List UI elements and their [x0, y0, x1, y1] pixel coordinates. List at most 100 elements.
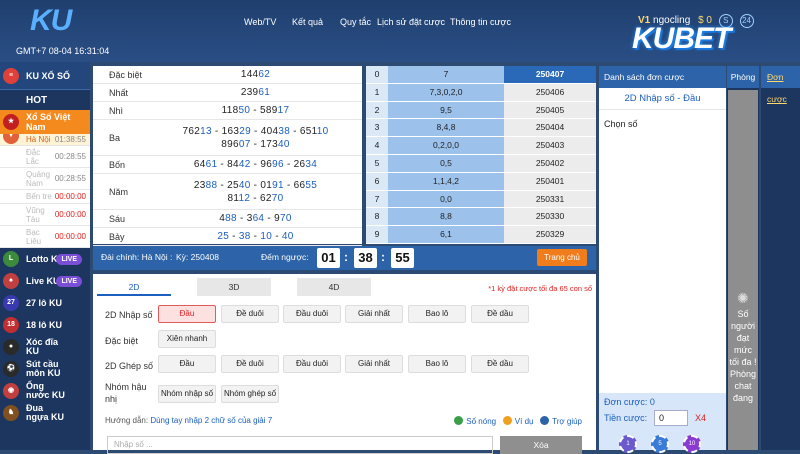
number-input[interactable]: Nhập số ... [107, 436, 493, 454]
period-cell[interactable]: 250331 [504, 190, 596, 208]
sidebar-game-item[interactable]: 27 27 lô KU [0, 292, 90, 314]
chip-10[interactable]: 10 [683, 435, 701, 453]
nav-ket-qua[interactable]: Kết quả [292, 17, 323, 27]
home-button[interactable]: Trang chủ [537, 249, 587, 266]
nav-lich-su[interactable]: Lịch sử đặt cược [377, 17, 445, 27]
tab-2d[interactable]: 2D [97, 278, 171, 296]
number-head: 66 [293, 179, 306, 191]
region-item[interactable]: Quảng Nam 00:28:55 [0, 168, 90, 190]
chat-room-body: ✺ Số người đạt mức tối đa ! Phòng chat đ… [728, 90, 758, 450]
bet-type-button[interactable]: Đầu duôi [283, 355, 341, 373]
digit-cell: 9 [366, 226, 388, 243]
example-link[interactable]: Ví dụ [502, 416, 533, 426]
stats-row[interactable]: 9 6,1 250329 [366, 226, 596, 244]
bet-type-button[interactable]: Đầu duôi [283, 305, 341, 323]
period-cell[interactable]: 250330 [504, 208, 596, 226]
bet-type-button[interactable]: Nhóm ghép số [221, 385, 279, 403]
bet-type-button[interactable]: Đề duôi [221, 355, 279, 373]
stats-row[interactable]: 3 8,4,8 250404 [366, 119, 596, 138]
number-head: 896 [221, 138, 239, 150]
chat-room-title[interactable]: Phòng [727, 66, 759, 88]
number-head: 762 [182, 125, 201, 137]
bet-tab-title[interactable]: Đơn cược [761, 66, 800, 104]
bet-type-button[interactable]: Bao lô [408, 355, 466, 373]
sidebar-title: ≡ KU XỔ SỐ [0, 62, 90, 90]
sidebar-game-item[interactable]: ● Xóc đĩa KU [0, 336, 90, 358]
sidebar: ≡ KU XỔ SỐ ▾ HOT ★ Xổ Số Việt Nam Hà Nội… [0, 62, 90, 450]
region-countdown: 00:00:00 [54, 232, 86, 241]
sidebar-game-item[interactable]: ◉ Ống nước KU [0, 380, 90, 402]
region-label: Đài chính: Hà Nội : [101, 252, 173, 262]
region-name: Đắc Lắc [26, 147, 41, 166]
help-link[interactable]: Trợ giúp [540, 416, 582, 426]
bet-type-button[interactable]: Xiên nhanh [158, 330, 216, 348]
period-cell[interactable]: 250405 [504, 101, 596, 119]
ku-logo[interactable]: KU [30, 4, 72, 38]
bet-type-button[interactable]: Đầu [158, 355, 216, 373]
tab-4d[interactable]: 4D [297, 278, 371, 296]
bet-type-button[interactable]: Giải nhất [345, 355, 403, 373]
nav-web-tv[interactable]: Web/TV [244, 17, 276, 27]
chip-1[interactable]: 1 [619, 435, 637, 453]
prize-name: Nhất [109, 87, 129, 98]
bet-type-button[interactable]: Đầu [158, 305, 216, 323]
bet-amount-input[interactable]: 0 [654, 410, 688, 426]
bet-type-button[interactable]: Nhóm nhập số [158, 385, 216, 403]
number-head: 81 [227, 192, 239, 204]
number-head: 96 [260, 159, 273, 170]
27-icon: 27 [3, 295, 19, 311]
hits-cell: 7,3,0,2,0 [388, 83, 504, 101]
sidebar-game-item[interactable]: ♠ Live KU LIVE [0, 270, 90, 292]
period-cell[interactable]: 250406 [504, 83, 596, 101]
delete-button[interactable]: Xóa [500, 436, 582, 454]
stats-row[interactable]: 7 0,0 250331 [366, 190, 596, 209]
bet-type-button[interactable]: Đề duôi [221, 305, 279, 323]
period-cell[interactable]: 250401 [504, 172, 596, 190]
region-item[interactable]: Vũng Tàu 00:00:00 [0, 204, 90, 226]
period-cell[interactable]: 250402 [504, 154, 596, 172]
row-label-2d-nhap: 2D Nhập số [105, 310, 153, 320]
tab-3d[interactable]: 3D [197, 278, 271, 296]
sidebar-game-item[interactable]: ♞ Đua ngựa KU [0, 402, 90, 424]
stats-row[interactable]: 0 7 250407 [366, 66, 596, 84]
sidebar-game-item[interactable]: 18 18 lô KU [0, 314, 90, 336]
hits-cell: 8,8 [388, 208, 504, 226]
bet-type-button[interactable]: Giải nhất [345, 305, 403, 323]
hits-cell: 7 [388, 66, 504, 83]
period-cell[interactable]: 250329 [504, 226, 596, 243]
sidebar-game-item[interactable]: ⚽ Sút cầu môn KU [0, 358, 90, 380]
stats-row[interactable]: 4 0,2,0,0 250403 [366, 137, 596, 155]
prize-numbers: 11850 - 58917 [149, 104, 362, 117]
bet-type-button[interactable]: Đề dầu [471, 355, 529, 373]
nav-thong-tin[interactable]: Thông tin cược [450, 17, 511, 27]
results-table: Đặc biệt 14462 Nhất 23961 Nhì 11850 - 58917 Ba… [93, 66, 362, 246]
digit-cell: 4 [366, 137, 388, 154]
digit-cell: 7 [366, 190, 388, 208]
stats-row[interactable]: 6 1,1,4,2 250401 [366, 172, 596, 191]
bet-type-button[interactable]: Bao lô [408, 305, 466, 323]
number-head: 144 [240, 69, 259, 80]
period-cell[interactable]: 250403 [504, 137, 596, 154]
hot-numbers-link[interactable]: Số nóng [454, 416, 496, 426]
period-cell[interactable]: 250404 [504, 119, 596, 137]
hot-header[interactable]: ▾ HOT [0, 90, 90, 144]
24h-icon[interactable]: 24 [739, 14, 754, 28]
stats-row[interactable]: 2 9,5 250405 [366, 101, 596, 120]
chip-5[interactable]: 5 [651, 435, 669, 453]
stats-row[interactable]: 8 8,8 250330 [366, 208, 596, 227]
sidebar-game-item[interactable]: L Lotto KU LIVE [0, 248, 90, 270]
sidebar-item-xo-so-viet-nam[interactable]: ★ Xổ Số Việt Nam [0, 110, 90, 134]
bet-type-button[interactable]: Đề dầu [471, 305, 529, 323]
region-item[interactable]: Bến tre 00:00:00 [0, 190, 90, 204]
stats-row[interactable]: 5 0,5 250402 [366, 154, 596, 173]
menu-icon[interactable]: ≡ [3, 68, 19, 84]
period-label: Kỳ: 250408 [176, 252, 220, 262]
region-item[interactable]: Bạc Liêu 00:00:00 [0, 226, 90, 248]
stats-row[interactable]: 1 7,3,0,2,0 250406 [366, 83, 596, 102]
number-tail: 10 [260, 231, 273, 242]
period-cell[interactable]: 250407 [504, 66, 596, 83]
region-item[interactable]: Đắc Lắc 00:28:55 [0, 146, 90, 168]
nav-quy-tac[interactable]: Quy tắc [340, 17, 371, 27]
hits-cell: 1,1,4,2 [388, 172, 504, 190]
number-head: 173 [260, 138, 278, 150]
